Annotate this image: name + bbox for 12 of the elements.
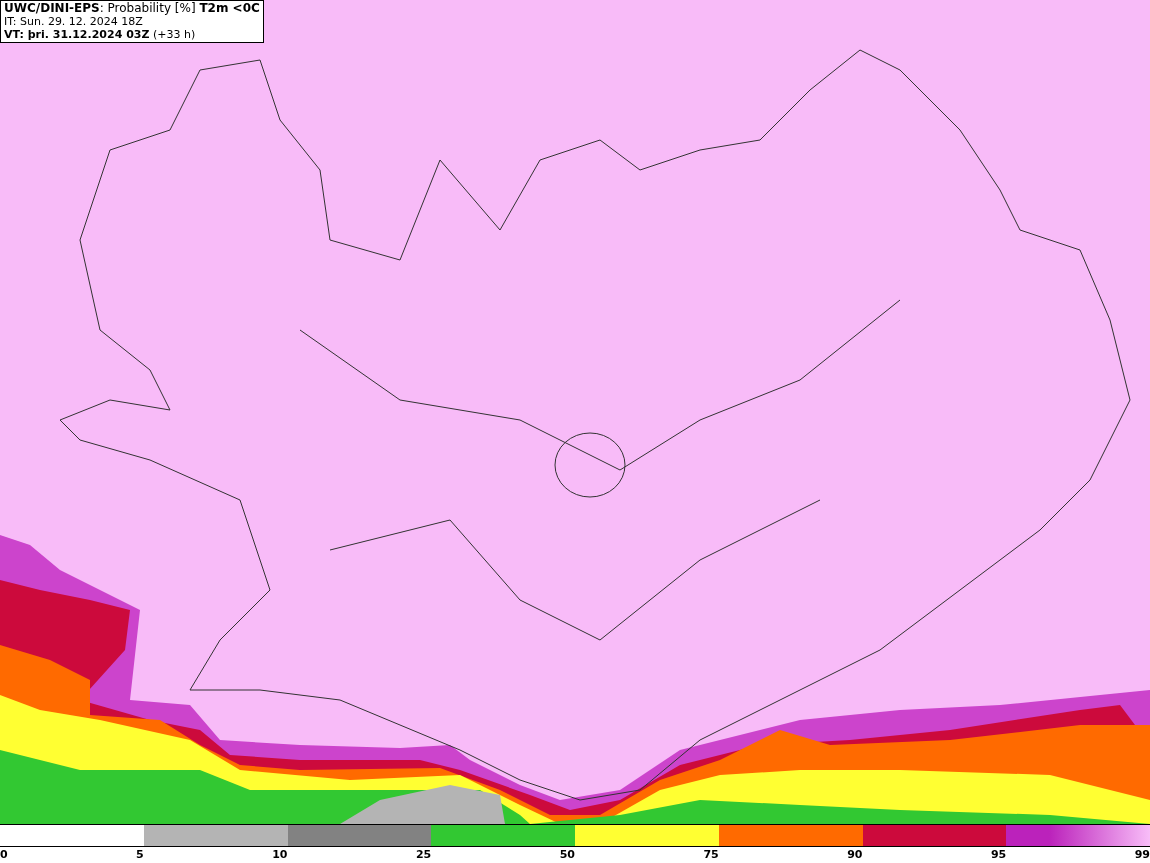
scale-label: 99 <box>1134 848 1150 861</box>
scale-label: 25 <box>415 848 432 861</box>
scale-label: 0 <box>0 848 8 861</box>
scale-label: 5 <box>136 848 144 861</box>
scale-label: 90 <box>847 848 863 861</box>
scale-label: 75 <box>703 848 719 861</box>
valid-time: VT: þri. 31.12.2024 03Z (+33 h) <box>4 28 197 41</box>
scale-label: 50 <box>559 848 575 861</box>
init-time: IT: Sun. 29. 12. 2024 18Z <box>4 15 144 28</box>
map-title: UWC/DINI-EPS: Probability [%] T2m <0C <box>4 2 260 15</box>
scale-label: 10 <box>272 848 288 861</box>
scale-label: 95 <box>990 848 1007 861</box>
